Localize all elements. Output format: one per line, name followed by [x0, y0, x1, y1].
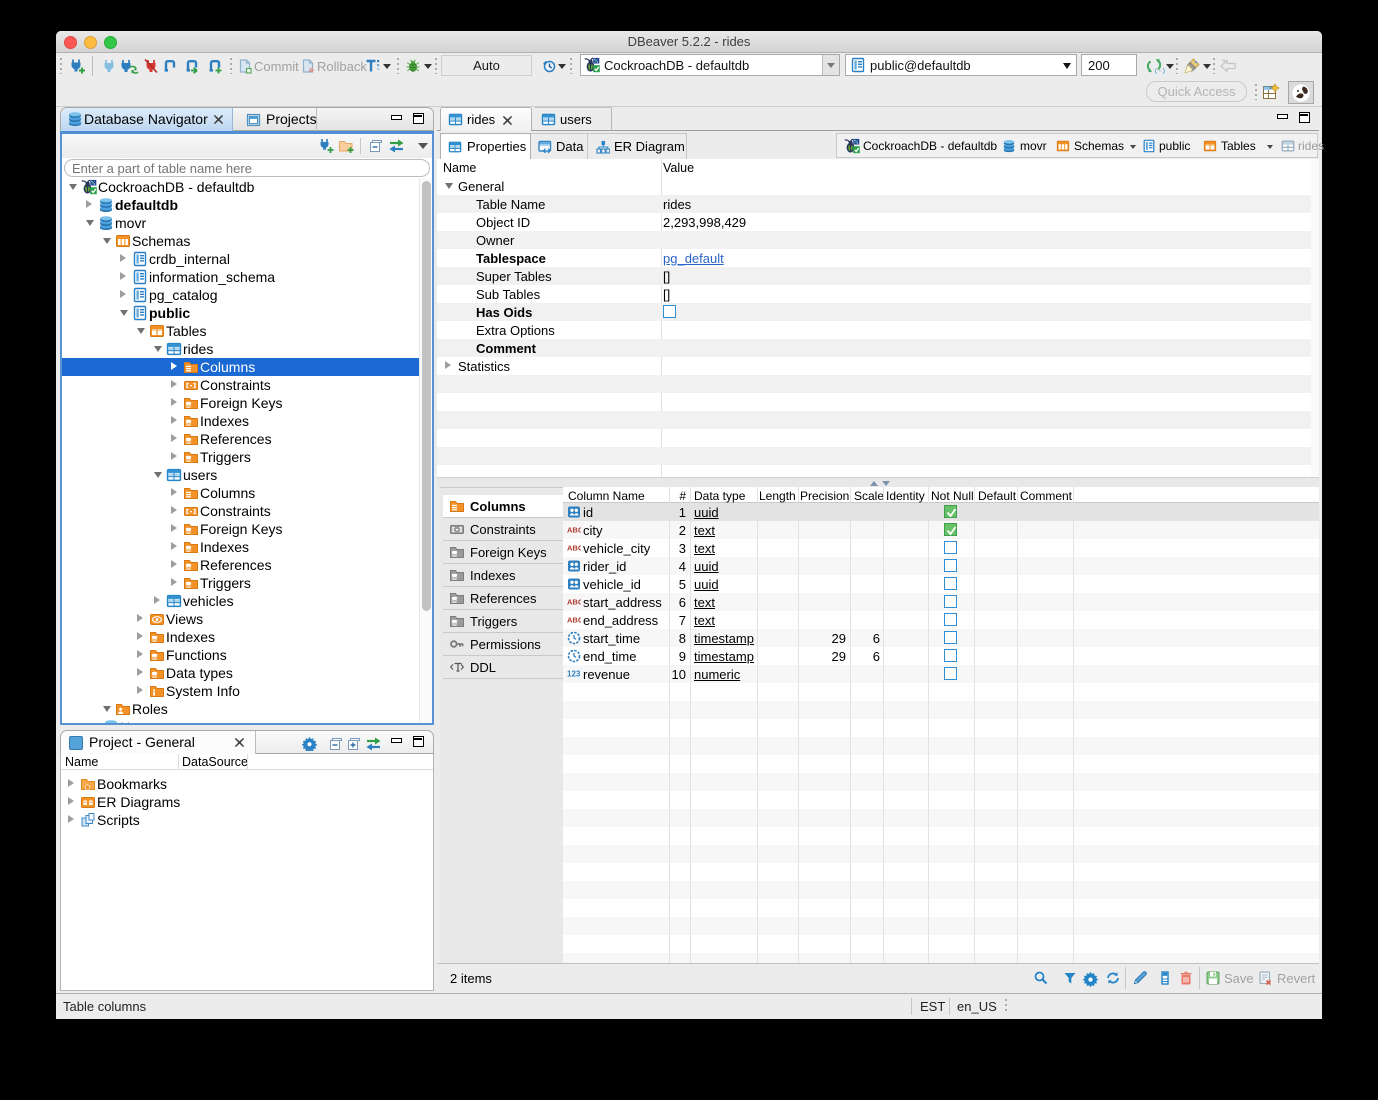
svg-text:(-): (-) [1154, 68, 1165, 75]
